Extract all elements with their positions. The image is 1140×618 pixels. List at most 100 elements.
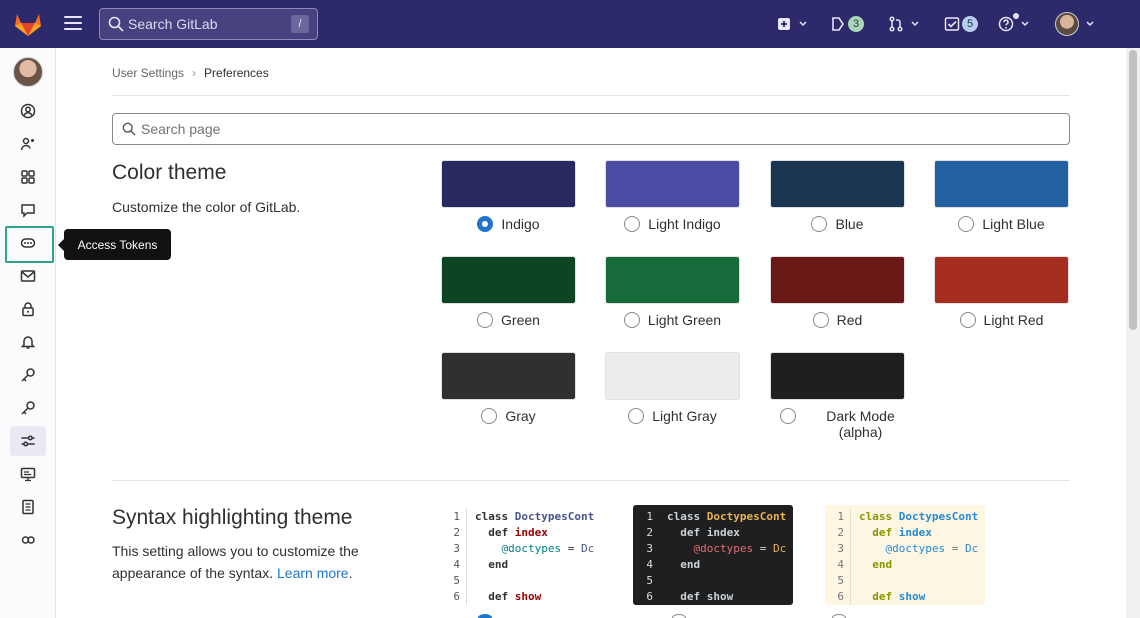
theme-swatch[interactable]	[441, 160, 576, 208]
key-icon	[21, 401, 35, 415]
gitlab-logo[interactable]	[14, 11, 42, 37]
theme-option[interactable]: Light Green	[605, 312, 740, 328]
theme-radio[interactable]	[477, 312, 494, 328]
line-number: 4	[646, 558, 653, 571]
theme-swatch[interactable]	[934, 256, 1069, 304]
theme-label: Gray	[505, 408, 536, 424]
todo-icon	[944, 17, 960, 31]
theme-radio[interactable]	[477, 216, 494, 232]
user-menu-button[interactable]	[1055, 0, 1095, 48]
sidebar-item-gpg-keys[interactable]	[10, 393, 46, 423]
theme-label: Dark Mode (alpha)	[826, 408, 895, 440]
line-number: 1	[837, 510, 844, 523]
issues-button[interactable]: 3	[830, 0, 865, 48]
syntax-description-line-2: appearance of the syntax.	[112, 565, 277, 581]
theme-radio[interactable]	[628, 408, 645, 424]
line-numbers: 1 2 3 4 5 6	[825, 509, 851, 605]
line-number: 6	[837, 590, 844, 603]
theme-swatch[interactable]	[605, 256, 740, 304]
theme-radio[interactable]	[780, 408, 797, 424]
sidebar-item-applications[interactable]	[10, 162, 46, 192]
search-icon	[108, 16, 124, 32]
sidebar-item-password[interactable]	[10, 294, 46, 324]
focus-highlight	[5, 226, 54, 263]
theme-swatch[interactable]	[441, 352, 576, 400]
syntax-preview-light[interactable]: 1 2 3 4 5 6 class DoctypesCont def index @doc…	[441, 505, 601, 605]
line-number: 1	[646, 510, 653, 523]
avatar[interactable]	[13, 57, 43, 87]
syntax-radio[interactable]	[672, 614, 686, 618]
theme-radio[interactable]	[624, 216, 641, 232]
theme-option[interactable]: Light Red	[934, 312, 1069, 328]
syntax-preview-solarized[interactable]: 1 2 3 4 5 6 class DoctypesCont def index @doc…	[825, 505, 985, 605]
theme-option[interactable]: Red	[770, 312, 905, 328]
theme-swatch[interactable]	[770, 256, 905, 304]
learn-more-link[interactable]: Learn more	[277, 565, 349, 581]
theme-label: Light Blue	[982, 216, 1045, 232]
key-icon	[21, 368, 35, 382]
sidebar-item-usage-quotas[interactable]	[10, 525, 46, 555]
theme-option[interactable]: Light Indigo	[605, 216, 740, 232]
color-theme-title: Color theme	[112, 161, 227, 184]
syntax-preview-dark[interactable]: 1 2 3 4 5 6 class DoctypesCont def index @doc…	[633, 505, 793, 605]
sidebar-item-authentication-log[interactable]	[10, 492, 46, 522]
search-input[interactable]: Search GitLab /	[99, 8, 318, 40]
help-notification-dot	[1013, 13, 1019, 19]
chevron-down-icon	[911, 21, 919, 27]
breadcrumb-user-settings[interactable]: User Settings	[112, 66, 184, 80]
sidebar-item-emails[interactable]	[10, 261, 46, 291]
syntax-radio-selected[interactable]	[478, 614, 492, 618]
applications-icon	[21, 170, 35, 184]
code-line: end	[872, 558, 893, 571]
theme-option[interactable]: Light Blue	[934, 216, 1069, 232]
theme-swatch[interactable]	[441, 256, 576, 304]
merge-requests-button[interactable]	[888, 0, 920, 48]
sidebar-item-notifications[interactable]	[10, 327, 46, 357]
theme-radio[interactable]	[623, 312, 640, 328]
theme-option[interactable]: Blue	[770, 216, 905, 232]
syntax-radio[interactable]	[832, 614, 846, 618]
scrollbar[interactable]	[1126, 48, 1140, 618]
sidebar-item-account[interactable]	[10, 129, 46, 159]
theme-radio[interactable]	[481, 408, 498, 424]
scrollbar-thumb[interactable]	[1129, 50, 1137, 330]
theme-swatch[interactable]	[605, 160, 740, 208]
preferences-icon	[21, 435, 35, 447]
sidebar-item-preferences[interactable]	[10, 426, 46, 456]
sidebar-item-ssh-keys[interactable]	[10, 360, 46, 390]
new-dropdown-button[interactable]	[776, 0, 808, 48]
plus-square-icon	[778, 18, 790, 30]
theme-option[interactable]: Dark Mode (alpha)	[770, 408, 905, 440]
sidebar-item-chat[interactable]	[10, 195, 46, 225]
merge-count-badge: 3	[848, 16, 865, 32]
code-line: class DoctypesCont	[859, 510, 979, 523]
theme-swatch[interactable]	[605, 352, 740, 400]
breadcrumb: User Settings › Preferences	[112, 66, 269, 80]
theme-option[interactable]: Light Gray	[605, 408, 740, 424]
theme-swatch[interactable]	[770, 160, 905, 208]
todos-button[interactable]: 5	[944, 0, 979, 48]
theme-swatch[interactable]	[770, 352, 905, 400]
page-search-input[interactable]: Search page	[112, 113, 1070, 145]
theme-label: Light Indigo	[648, 216, 721, 232]
sidebar-item-profile[interactable]	[10, 96, 46, 126]
menu-icon[interactable]	[64, 16, 82, 32]
sidebar-item-active-sessions[interactable]	[10, 459, 46, 489]
syntax-description-suffix: .	[348, 565, 353, 581]
line-number: 2	[453, 526, 460, 539]
theme-radio[interactable]	[812, 312, 829, 328]
issues-icon	[832, 17, 844, 31]
theme-radio[interactable]	[811, 216, 828, 232]
line-number: 3	[646, 542, 653, 555]
theme-swatch[interactable]	[934, 160, 1069, 208]
theme-option[interactable]: Gray	[441, 408, 576, 424]
theme-label: Blue	[835, 216, 864, 232]
theme-option[interactable]: Green	[441, 312, 576, 328]
help-button[interactable]	[998, 0, 1030, 48]
theme-radio[interactable]	[959, 312, 976, 328]
code-line: def index	[488, 526, 548, 539]
theme-radio[interactable]	[958, 216, 975, 232]
code-line: class DoctypesCont	[475, 510, 595, 523]
code-line: @doctypes = Dc	[885, 542, 979, 555]
theme-option[interactable]: Indigo	[441, 216, 576, 232]
